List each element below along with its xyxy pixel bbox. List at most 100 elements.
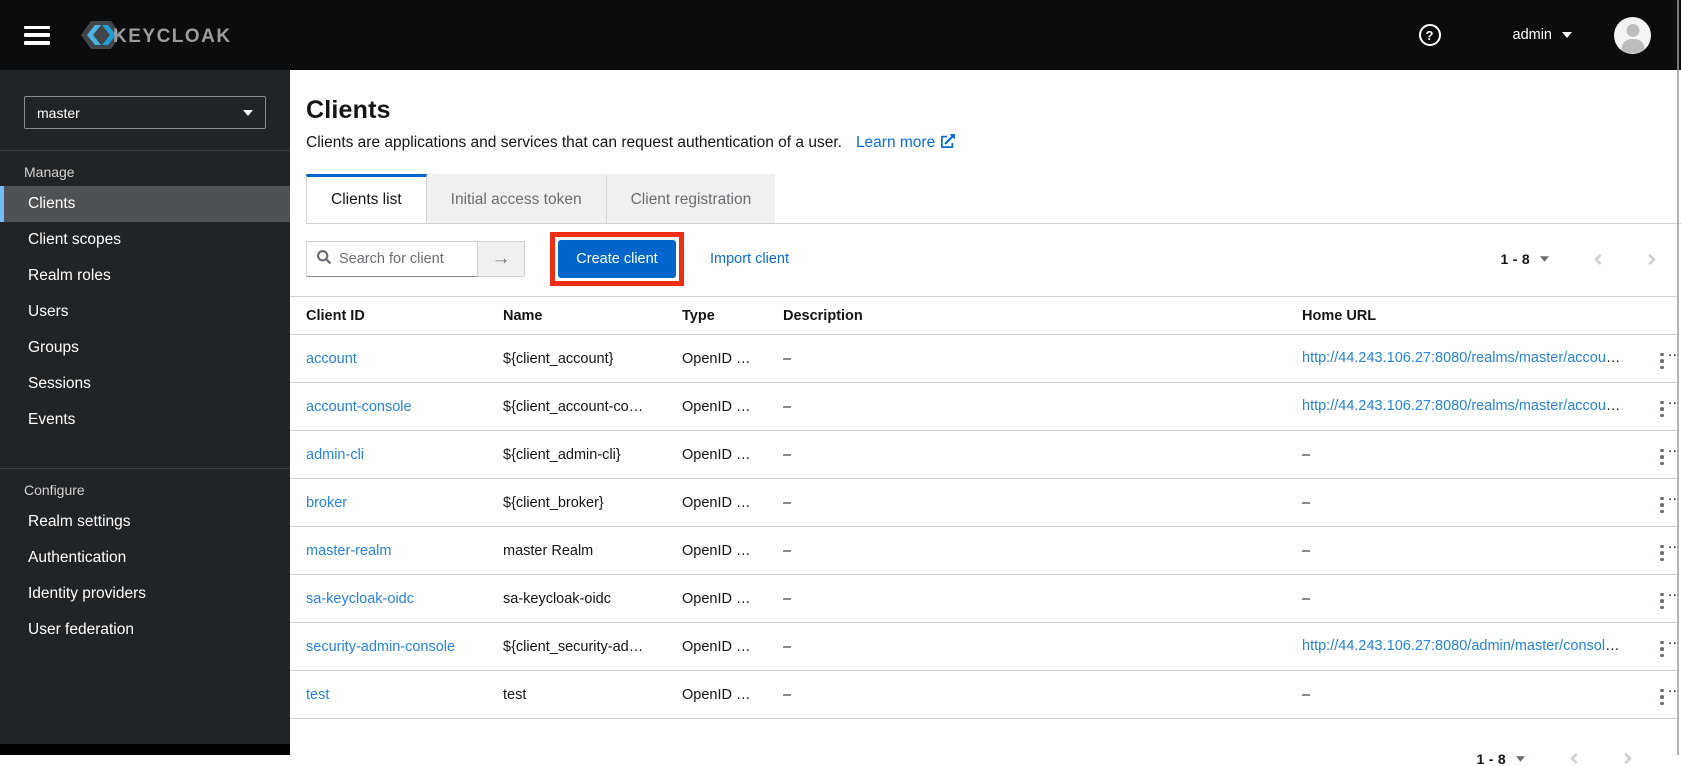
pagination-top: 1 - 8 (1500, 251, 1657, 268)
client-home-url: – (1286, 670, 1640, 719)
home-url-link[interactable]: http://44.243.106.27:8080/realms/master/… (1302, 398, 1640, 414)
tab-initial-access-token[interactable]: Initial access token (426, 174, 606, 223)
search-submit-button[interactable]: → (478, 241, 525, 277)
client-id-link[interactable]: account (306, 351, 357, 367)
kebab-menu-icon[interactable] (1656, 541, 1668, 566)
sidebar-item-clients[interactable]: Clients (0, 186, 290, 222)
client-description: – (767, 430, 1286, 479)
client-name: master Realm (487, 526, 666, 575)
sidebar-item-realm-settings[interactable]: Realm settings (0, 504, 290, 540)
client-name: ${client_account-console} (487, 382, 666, 431)
kebab-menu-icon[interactable] (1656, 397, 1668, 422)
tab-client-registration[interactable]: Client registration (605, 174, 776, 223)
client-name: ${client_security-admin-console} (487, 622, 666, 671)
toolbar: → Create client Import client 1 - 8 (290, 224, 1681, 292)
sidebar-item-users[interactable]: Users (0, 294, 290, 330)
column-header-type: Type (666, 296, 767, 335)
column-header-name: Name (487, 296, 666, 335)
search-input[interactable] (339, 251, 467, 267)
client-type: OpenID Connect (666, 382, 767, 431)
chevron-down-icon (243, 109, 253, 116)
home-url-link[interactable]: http://44.243.106.27:8080/realms/master/… (1302, 350, 1640, 366)
previous-page-button[interactable] (1569, 750, 1579, 767)
client-type: OpenID Connect (666, 574, 767, 623)
create-client-button[interactable]: Create client (558, 240, 676, 278)
client-type: OpenID Connect (666, 622, 767, 671)
user-menu[interactable]: admin (1512, 27, 1572, 43)
avatar[interactable] (1614, 16, 1651, 54)
learn-more-link[interactable]: Learn more (856, 134, 956, 151)
chevron-down-icon[interactable] (1540, 256, 1549, 262)
client-id-link[interactable]: master-realm (306, 543, 391, 559)
table-row: master-realm master Realm OpenID Connect… (290, 526, 1677, 575)
sidebar: master Manage Clients Client scopes Real… (0, 70, 290, 755)
client-id-link[interactable]: admin-cli (306, 447, 364, 463)
arrow-right-icon: → (491, 248, 511, 269)
external-link-icon (1623, 638, 1637, 655)
client-id-link[interactable]: broker (306, 495, 347, 511)
sidebar-item-authentication[interactable]: Authentication (0, 540, 290, 576)
chevron-down-icon[interactable] (1516, 755, 1525, 762)
table-row: admin-cli ${client_admin-cli} OpenID Con… (290, 430, 1677, 479)
table-row: account-console ${client_account-console… (290, 382, 1677, 431)
client-type: OpenID Connect (666, 334, 767, 383)
next-page-button[interactable] (1647, 251, 1657, 268)
client-name: ${client_account} (487, 334, 666, 383)
client-id-link[interactable]: security-admin-console (306, 639, 455, 655)
next-page-button[interactable] (1623, 750, 1633, 767)
kebab-menu-icon[interactable] (1656, 445, 1668, 470)
realm-selector[interactable]: master (24, 96, 266, 129)
scrollbar[interactable] (1677, 0, 1679, 755)
external-link-icon (1628, 398, 1640, 415)
sidebar-item-client-scopes[interactable]: Client scopes (0, 222, 290, 258)
sidebar-section-manage: Manage Clients Client scopes Realm roles… (0, 151, 290, 438)
chevron-down-icon (1562, 32, 1572, 38)
sidebar-item-user-federation[interactable]: User federation (0, 612, 290, 648)
sidebar-section-configure: Configure Realm settings Authentication … (0, 468, 290, 648)
clients-table: Client ID Name Type Description Home URL… (290, 296, 1677, 719)
sidebar-item-sessions[interactable]: Sessions (0, 366, 290, 402)
client-home-url: – (1286, 526, 1640, 575)
client-name: sa-keycloak-oidc (487, 574, 666, 623)
import-client-link[interactable]: Import client (710, 251, 789, 267)
home-url-link[interactable]: http://44.243.106.27:8080/admin/master/c… (1302, 638, 1637, 655)
client-description: – (767, 526, 1286, 575)
username: admin (1512, 27, 1553, 43)
client-name: ${client_admin-cli} (487, 430, 666, 479)
external-link-icon (1628, 350, 1640, 367)
previous-page-button[interactable] (1593, 251, 1603, 268)
sidebar-item-identity-providers[interactable]: Identity providers (0, 576, 290, 612)
section-title-configure: Configure (24, 482, 85, 498)
kebab-menu-icon[interactable] (1656, 589, 1668, 614)
page-title: Clients (306, 96, 391, 124)
sidebar-item-groups[interactable]: Groups (0, 330, 290, 366)
client-id-link[interactable]: account-console (306, 399, 412, 415)
sidebar-item-events[interactable]: Events (0, 402, 290, 438)
section-title-manage: Manage (24, 164, 75, 180)
client-type: OpenID Connect (666, 430, 767, 479)
table-row: security-admin-console ${client_security… (290, 622, 1677, 671)
column-header-home-url: Home URL (1286, 296, 1640, 335)
kebab-menu-icon[interactable] (1656, 685, 1668, 710)
client-description: – (767, 334, 1286, 383)
client-home-url: – (1286, 574, 1640, 623)
kebab-menu-icon[interactable] (1656, 637, 1668, 662)
sidebar-item-realm-roles[interactable]: Realm roles (0, 258, 290, 294)
help-icon[interactable]: ? (1418, 24, 1441, 46)
column-header-client-id: Client ID (290, 296, 487, 335)
client-type: OpenID Connect (666, 526, 767, 575)
menu-toggle-icon[interactable] (24, 25, 50, 45)
kebab-menu-icon[interactable] (1656, 493, 1668, 518)
client-description: – (767, 670, 1286, 719)
page-description: Clients are applications and services th… (306, 134, 842, 151)
kebab-menu-icon[interactable] (1656, 349, 1668, 374)
sidebar-footer (0, 744, 290, 755)
client-id-link[interactable]: sa-keycloak-oidc (306, 591, 414, 607)
tab-clients-list[interactable]: Clients list (306, 174, 427, 223)
client-id-link[interactable]: test (306, 687, 329, 703)
keycloak-logo: KEYCLOAK (80, 18, 238, 52)
client-name: test (487, 670, 666, 719)
client-home-url: – (1286, 478, 1640, 527)
column-header-description: Description (767, 296, 1286, 335)
svg-text:KEYCLOAK: KEYCLOAK (113, 26, 232, 47)
